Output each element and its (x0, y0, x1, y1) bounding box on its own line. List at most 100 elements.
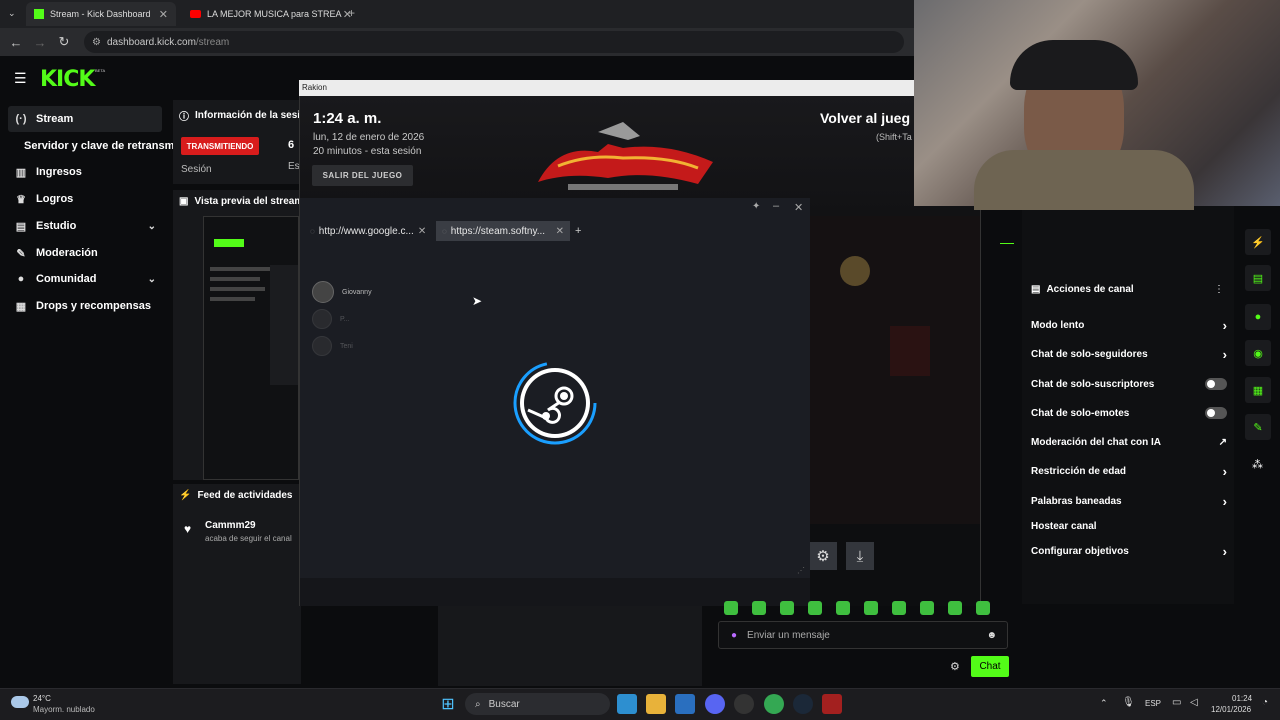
steam-icon[interactable] (793, 694, 813, 714)
emote-icon[interactable] (864, 601, 878, 615)
more-options-icon[interactable]: ⋮ (1214, 284, 1224, 295)
wrench-icon[interactable]: ✎ (1245, 414, 1271, 440)
action-label: Chat de solo-suscriptores (1031, 378, 1155, 390)
emote-icon[interactable] (808, 601, 822, 615)
language-indicator[interactable]: ESP (1145, 699, 1161, 708)
windows-start-icon[interactable]: ⊞ (438, 694, 458, 714)
friend-item[interactable]: Giovanny (312, 280, 372, 304)
friend-item[interactable]: Teni (312, 334, 353, 358)
emote-icon[interactable] (724, 601, 738, 615)
network-icon[interactable]: ▭ (1172, 697, 1181, 708)
pin-icon[interactable]: ✦ (752, 201, 760, 212)
rakion-icon[interactable] (822, 694, 842, 714)
file-explorer-icon[interactable] (646, 694, 666, 714)
sidebar-item-label: Logros (36, 193, 74, 205)
emote-icon[interactable] (920, 601, 934, 615)
sidebar-item-comunidad[interactable]: ● Comunidad ⌄ (8, 266, 162, 292)
steam-tab-google[interactable]: ◌ http://www.google.c... ✕ (304, 221, 432, 241)
obs-icon[interactable] (734, 694, 754, 714)
back-icon[interactable]: ← (4, 35, 28, 50)
feed-username[interactable]: Cammm29 (205, 520, 256, 531)
live-status-badge: TRANSMITIENDO (181, 137, 259, 155)
send-chat-button[interactable]: Chat (971, 656, 1009, 677)
menu-icon[interactable]: ☰ (14, 70, 27, 87)
action-configurar-objetivos[interactable]: Configurar objetivos › (1031, 542, 1227, 560)
close-tab-icon[interactable]: ✕ (418, 226, 426, 237)
action-solo-suscriptores[interactable]: Chat de solo-suscriptores (1031, 375, 1227, 393)
chat-settings-icon[interactable]: ⚙ (950, 660, 960, 673)
actions-icon: ▤ (1031, 284, 1041, 295)
layout-icon[interactable]: ▦ (1245, 377, 1271, 403)
notifications-icon[interactable]: ◔ (1262, 697, 1268, 708)
close-tab-icon[interactable]: ✕ (159, 8, 168, 21)
resize-grip-icon[interactable]: ⋰ (797, 566, 805, 575)
sidebar-item-logros[interactable]: ♛ Logros (8, 186, 162, 212)
browser-tab-kick[interactable]: Stream - Kick Dashboard ✕ (26, 2, 176, 26)
activity-feed-title: ⚡ Feed de actividades (179, 490, 293, 501)
action-moderacion-ia[interactable]: Moderación del chat con IA ↗ (1031, 433, 1227, 451)
close-tab-icon[interactable]: ✕ (556, 226, 564, 237)
action-palabras-baneadas[interactable]: Palabras baneadas › (1031, 492, 1227, 510)
emoji-icon[interactable]: ☻ (986, 630, 997, 641)
taskbar-search[interactable]: ⌕ Buscar (465, 693, 610, 715)
stream-preview-video[interactable] (203, 216, 299, 480)
action-hostear-canal[interactable]: Hostear canal (1031, 517, 1227, 535)
action-restriccion-edad[interactable]: Restricción de edad › (1031, 462, 1227, 480)
friend-item[interactable]: P... (312, 307, 350, 331)
overlay-download-icon[interactable]: ⤓ (846, 542, 874, 570)
steam-tab-softny[interactable]: ◌ https://steam.softny... ✕ (436, 221, 570, 241)
browser-tab-youtube[interactable]: LA MEJOR MUSICA para STREA ✕ (182, 2, 360, 26)
site-info-icon[interactable]: ⚙ (92, 37, 101, 48)
notes-icon[interactable]: ▤ (1245, 265, 1271, 291)
new-tab-button[interactable]: + (348, 6, 355, 20)
emote-icon[interactable] (948, 601, 962, 615)
sidebar-item-server-key[interactable]: Servidor y clave de retransm (18, 133, 178, 159)
emote-icon[interactable] (780, 601, 794, 615)
discord-icon[interactable] (705, 694, 725, 714)
action-label: Palabras baneadas (1031, 495, 1122, 507)
sidebar-item-ingresos[interactable]: ▥ Ingresos (8, 159, 162, 185)
edge-icon[interactable] (617, 694, 637, 714)
chrome-icon[interactable] (764, 694, 784, 714)
chat-bubble-icon[interactable]: ● (1245, 304, 1271, 330)
action-solo-emotes[interactable]: Chat de solo-emotes (1031, 404, 1227, 422)
steam-new-tab-button[interactable]: + (575, 225, 581, 237)
return-to-game-label[interactable]: Volver al jueg (820, 110, 910, 126)
toggle-switch[interactable] (1205, 407, 1227, 419)
forward-icon[interactable]: → (28, 35, 52, 50)
weather-icon[interactable] (11, 696, 29, 708)
chat-message-input[interactable]: ● Enviar un mensaje ☻ (718, 621, 1008, 649)
microphone-icon[interactable]: ● (731, 630, 737, 641)
sidebar-item-stream[interactable]: (·) Stream (8, 106, 162, 132)
share-icon[interactable]: ⁂ (1252, 458, 1263, 471)
url-field[interactable]: ⚙ dashboard.kick.com/stream (84, 31, 904, 53)
tab-list-chevron-icon[interactable]: ⌄ (8, 8, 16, 19)
tray-chevron-icon[interactable]: ⌃ (1100, 698, 1108, 709)
toggle-switch[interactable] (1205, 378, 1227, 390)
panel-title-text: Información de la sesió (195, 110, 307, 121)
minimize-icon[interactable]: – (773, 200, 779, 212)
windows-taskbar (0, 688, 1280, 720)
emote-icon[interactable] (976, 601, 990, 615)
kick-logo[interactable]: KICK (40, 67, 95, 92)
chevron-right-icon: › (1222, 543, 1227, 559)
volume-icon[interactable]: ◁ (1190, 697, 1198, 708)
broadcast-icon[interactable]: ◉ (1245, 340, 1271, 366)
mic-icon[interactable]: 🎙 (1122, 697, 1135, 708)
overlay-settings-icon[interactable]: ⚙ (809, 542, 837, 570)
steam-tab-title: https://steam.softny... (450, 225, 546, 237)
sidebar-item-moderacion[interactable]: ✎ Moderación (8, 240, 162, 266)
action-label: Chat de solo-seguidores (1031, 348, 1148, 360)
reload-icon[interactable]: ↻ (52, 34, 76, 50)
exit-game-button[interactable]: SALIR DEL JUEGO (312, 165, 413, 186)
emote-icon[interactable] (752, 601, 766, 615)
close-icon[interactable]: ✕ (794, 201, 803, 214)
action-modo-lento[interactable]: Modo lento › (1031, 316, 1227, 334)
bolt-icon[interactable]: ⚡ (1245, 229, 1271, 255)
emote-icon[interactable] (892, 601, 906, 615)
store-icon[interactable] (675, 694, 695, 714)
sidebar-item-estudio[interactable]: ▤ Estudio ⌄ (8, 213, 162, 239)
action-solo-seguidores[interactable]: Chat de solo-seguidores › (1031, 345, 1227, 363)
emote-icon[interactable] (836, 601, 850, 615)
sidebar-item-drops[interactable]: ▦ Drops y recompensas (8, 293, 162, 319)
